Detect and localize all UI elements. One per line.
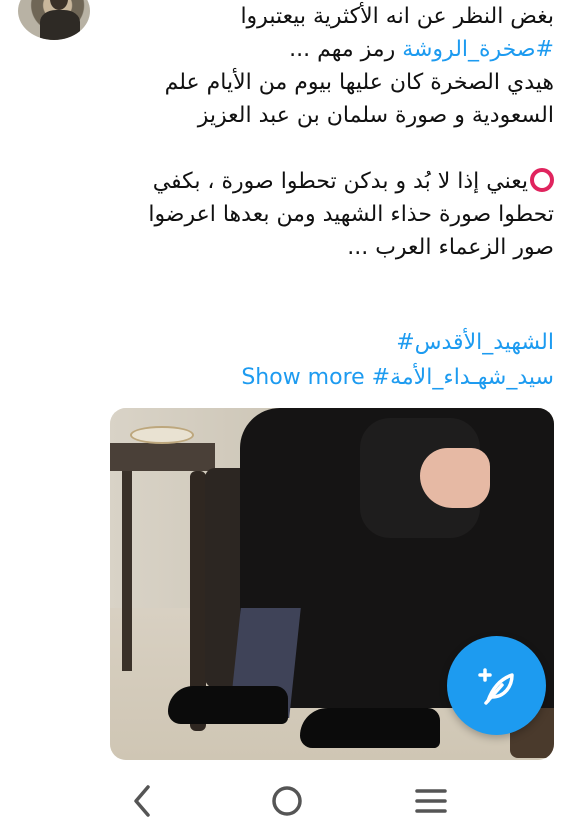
tweet-line-6: تحطوا صورة حذاء الشهيد ومن بعدها اعرضوا xyxy=(148,202,554,227)
menu-lines-icon xyxy=(415,789,447,813)
tweet-line-1: بغض النظر عن انه الأكثرية بيعتبروا xyxy=(240,4,554,29)
image-hand xyxy=(420,448,490,508)
chevron-left-icon xyxy=(134,785,150,817)
tweet-line-4: السعودية و صورة سلمان بن عبد العزيز xyxy=(197,103,554,128)
compose-tweet-button[interactable] xyxy=(447,636,546,735)
hashtag-1[interactable]: الشهيد_الأقدس# xyxy=(110,325,554,360)
image-plate xyxy=(130,426,194,444)
hashtag-2[interactable]: سيد_شهـداء_الأمة# xyxy=(372,365,554,390)
image-shoe-right xyxy=(300,708,440,748)
hashtag-block: الشهيد_الأقدس# سيد_شهـداء_الأمة# Show mo… xyxy=(110,325,554,395)
android-nav-bar xyxy=(0,760,575,840)
image-side-table xyxy=(110,443,215,471)
nav-home-button[interactable] xyxy=(264,778,310,824)
hashtag-link[interactable]: #صخرة_الروشة xyxy=(402,37,554,62)
nav-back-button[interactable] xyxy=(120,778,166,824)
red-circle-emoji-icon xyxy=(530,168,554,192)
compose-feather-icon xyxy=(477,667,514,705)
hashtag-suffix: رمز مهم ... xyxy=(289,37,403,62)
tweet-line-2: #صخرة_الروشة رمز مهم ... xyxy=(110,33,554,66)
avatar-head xyxy=(50,0,68,10)
tweet-body: بغض النظر عن انه الأكثرية بيعتبروا #صخرة… xyxy=(110,0,554,264)
tweet-line-5-text: يعني إذا لا بُد و بدكن تحطوا صورة ، بكفي xyxy=(152,169,528,194)
tweet-line-7: صور الزعماء العرب ... xyxy=(347,235,554,260)
image-shoe-left xyxy=(168,686,288,724)
image-table-leg-back xyxy=(122,471,132,671)
circle-home-icon xyxy=(272,786,302,816)
tweet-line-3: هيدي الصخرة كان عليها بيوم من الأيام علم xyxy=(164,70,554,95)
nav-recents-button[interactable] xyxy=(408,778,454,824)
show-more-link[interactable]: Show more xyxy=(241,365,364,390)
tweet-line-5: يعني إذا لا بُد و بدكن تحطوا صورة ، بكفي xyxy=(110,165,554,198)
author-avatar[interactable] xyxy=(18,0,90,40)
hashtag-line-2: سيد_شهـداء_الأمة# Show more xyxy=(110,360,554,395)
avatar-torso xyxy=(40,10,80,40)
